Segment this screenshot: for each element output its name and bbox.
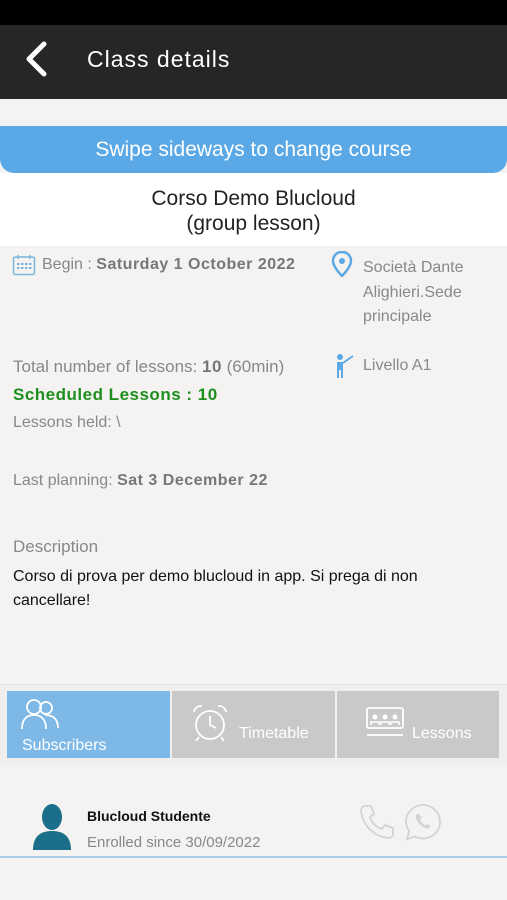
people-icon xyxy=(21,699,59,730)
total-value: 10 xyxy=(201,357,222,376)
chevron-left-icon xyxy=(26,41,47,77)
avatar xyxy=(33,804,71,850)
scheduled-lessons: Scheduled Lessons : 10 xyxy=(13,385,218,404)
calendar-icon xyxy=(12,255,36,276)
subscriber-name: Blucloud Studente xyxy=(87,808,211,824)
description-text: Corso di prova per demo blucloud in app.… xyxy=(13,568,418,609)
course-type: (group lesson) xyxy=(186,212,321,235)
subscriber-enrolled-since: Enrolled since 30/09/2022 xyxy=(87,834,261,851)
course-title-box: Corso Demo Blucloud (group lesson) xyxy=(0,173,507,246)
location-pin-icon xyxy=(331,251,353,277)
lessons-held: Lessons held: \ xyxy=(13,414,121,431)
phone-icon[interactable] xyxy=(358,803,396,841)
begin-value: Saturday 1 October 2022 xyxy=(96,256,296,273)
tab-lessons-label: Lessons xyxy=(412,725,472,742)
swipe-hint-banner[interactable]: Swipe sideways to change course xyxy=(0,126,507,173)
total-duration: (60min) xyxy=(221,357,285,376)
status-bar xyxy=(0,0,507,25)
course-level: Livello A1 xyxy=(363,357,432,374)
total-lessons: Total number of lessons: 10 (60min) xyxy=(13,357,284,377)
subscriber-list-item[interactable]: Blucloud Studente Enrolled since 30/09/2… xyxy=(0,785,507,857)
location-text: Società Dante Alighieri.Sede principale xyxy=(363,259,464,325)
app-header: Class details xyxy=(0,25,507,99)
tab-subscribers[interactable]: Subscribers xyxy=(7,691,170,758)
alarm-clock-icon xyxy=(193,705,227,742)
last-planning: Last planning: Sat 3 December 22 xyxy=(13,472,268,490)
begin-label: Begin : xyxy=(42,256,97,273)
planning-label: Last planning: xyxy=(13,472,118,489)
whatsapp-icon[interactable] xyxy=(404,803,442,841)
subscriber-separator xyxy=(0,856,507,858)
tab-subscribers-label: Subscribers xyxy=(22,737,107,754)
classroom-icon xyxy=(366,707,404,736)
page-title: Class details xyxy=(87,46,231,72)
planning-value: Sat 3 December 22 xyxy=(117,472,268,489)
begin-date: Begin : Saturday 1 October 2022 xyxy=(42,256,295,274)
tab-timetable-label: Timetable xyxy=(239,725,309,742)
tab-timetable[interactable]: Timetable xyxy=(172,691,335,758)
tab-lessons[interactable]: Lessons xyxy=(337,691,499,758)
course-name: Corso Demo Blucloud xyxy=(151,187,356,210)
total-label: Total number of lessons: xyxy=(13,357,202,376)
back-button[interactable] xyxy=(14,37,58,81)
teacher-icon xyxy=(337,354,354,378)
description-label: Description xyxy=(13,537,99,556)
tab-bar: Subscribers Timetable Lessons xyxy=(0,685,507,765)
